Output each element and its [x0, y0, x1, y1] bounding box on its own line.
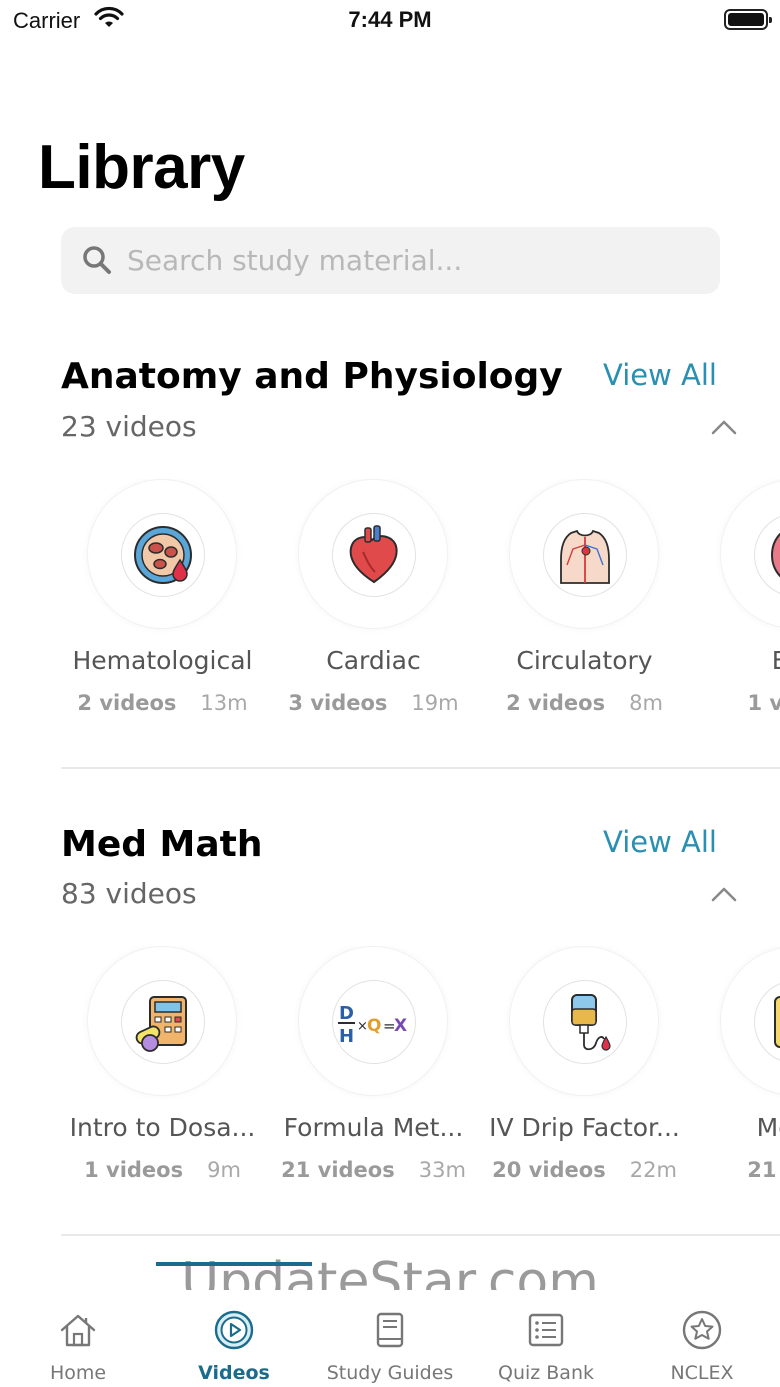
topic-meta: 2 videos 8m — [479, 691, 690, 715]
iv-bag-icon — [571, 994, 611, 1051]
svg-text:D: D — [339, 1003, 354, 1024]
topic-card[interactable]: D H × Q = X Formula Met... 21 videos 33m — [268, 946, 479, 1196]
topic-thumbnail — [720, 479, 780, 629]
blood-cells-icon — [134, 526, 192, 584]
section-divider — [61, 767, 780, 769]
tab-quiz-bank[interactable]: Quiz Bank — [468, 1290, 624, 1387]
topic-thumbnail — [509, 479, 659, 629]
home-icon — [60, 1314, 96, 1347]
topic-duration: 22m — [629, 1158, 677, 1182]
tab-study-guides[interactable]: Study Guides — [312, 1290, 468, 1387]
topic-name: Hematological — [72, 646, 253, 675]
topic-video-count: 21 vid — [747, 1158, 780, 1182]
calculator-pills-icon — [135, 996, 187, 1052]
formula-icon: D H × Q = X — [338, 1003, 407, 1047]
topic-name: IV Drip Factor... — [489, 1113, 680, 1142]
star-badge-icon — [682, 1310, 722, 1350]
search-input[interactable] — [127, 227, 697, 294]
tab-home[interactable]: Home — [0, 1290, 156, 1387]
topic-video-count: 20 videos — [492, 1158, 606, 1182]
topic-video-count: 21 videos — [281, 1158, 395, 1182]
topic-duration: 8m — [629, 691, 663, 715]
search-bar[interactable] — [61, 227, 720, 294]
section-count: 23 videos — [61, 410, 197, 443]
topic-video-count: 1 videos — [84, 1158, 184, 1182]
topic-carousel[interactable]: Intro to Dosa... 1 videos 9m D H × Q = X — [0, 946, 780, 1206]
book-icon — [376, 1312, 404, 1348]
svg-text:H: H — [339, 1026, 354, 1047]
topic-video-count: 2 videos — [77, 691, 177, 715]
active-tab-indicator — [156, 1262, 312, 1266]
topic-name: Formula Met... — [283, 1113, 464, 1142]
topic-card[interactable]: Metric 21 vid — [690, 946, 780, 1196]
topic-meta: 20 videos 22m — [479, 1158, 690, 1182]
topic-card[interactable]: IV Drip Factor... 20 videos 22m — [479, 946, 690, 1196]
tab-bar: Home Videos Study Guides Quiz Bank NCLEX — [0, 1262, 780, 1387]
topic-duration: 33m — [418, 1158, 466, 1182]
chevron-up-icon[interactable] — [710, 885, 738, 903]
topic-video-count: 3 videos — [288, 691, 388, 715]
topic-video-count: 1 vide — [747, 691, 780, 715]
svg-text:Q: Q — [367, 1016, 381, 1036]
tab-label: Study Guides — [326, 1362, 454, 1384]
topic-meta: 21 videos 33m — [268, 1158, 479, 1182]
tab-videos[interactable]: Videos — [156, 1290, 312, 1387]
tab-label: NCLEX — [670, 1362, 734, 1384]
clock: 7:44 PM — [348, 7, 432, 32]
tab-nclex[interactable]: NCLEX — [624, 1290, 780, 1387]
section-title: Anatomy and Physiology — [61, 356, 563, 397]
topic-thumbnail — [720, 946, 780, 1096]
chevron-up-icon[interactable] — [710, 418, 738, 436]
topic-duration: 19m — [411, 691, 459, 715]
topic-meta: 2 videos 13m — [57, 691, 268, 715]
topic-name: Circulatory — [516, 646, 653, 675]
topic-meta: 3 videos 19m — [268, 691, 479, 715]
topic-name: Cardiac — [326, 646, 421, 675]
metric-scale-icon — [774, 996, 780, 1048]
topic-card[interactable]: Circulatory 2 videos 8m — [479, 479, 690, 729]
topic-meta: 1 videos 9m — [57, 1158, 268, 1182]
svg-text:X: X — [394, 1016, 407, 1036]
topic-meta: 1 vide — [690, 691, 780, 715]
play-circle-icon — [214, 1310, 254, 1350]
section-title: Med Math — [61, 824, 263, 865]
topic-video-count: 2 videos — [506, 691, 606, 715]
topic-card[interactable]: Cardiac 3 videos 19m — [268, 479, 479, 729]
tab-label: Videos — [198, 1362, 270, 1384]
topic-name: Intro to Dosa... — [69, 1113, 256, 1142]
view-all-link[interactable]: View All — [603, 825, 717, 859]
tab-label: Home — [49, 1362, 107, 1384]
heart-icon — [349, 525, 398, 584]
tab-label: Quiz Bank — [497, 1362, 594, 1384]
topic-card[interactable]: End 1 vide — [690, 479, 780, 729]
section-count: 83 videos — [61, 877, 197, 910]
topic-thumbnail — [298, 479, 448, 629]
topic-duration: 13m — [200, 691, 248, 715]
topic-thumbnail — [87, 946, 237, 1096]
topic-carousel[interactable]: Hematological 2 videos 13m Cardiac 3 vid… — [0, 479, 780, 739]
topic-duration: 9m — [207, 1158, 241, 1182]
topic-thumbnail: D H × Q = X — [298, 946, 448, 1096]
topic-thumbnail — [509, 946, 659, 1096]
status-bar: Carrier 7:44 PM — [0, 0, 780, 40]
page-title: Library — [38, 133, 245, 202]
topic-name: Metric — [756, 1113, 780, 1142]
topic-name: End — [771, 646, 780, 675]
section-divider — [61, 1234, 780, 1236]
endocrine-icon — [771, 532, 780, 578]
circulatory-system-icon — [560, 529, 610, 584]
topic-meta: 21 vid — [690, 1158, 780, 1182]
list-icon — [528, 1313, 564, 1347]
topic-card[interactable]: Intro to Dosa... 1 videos 9m — [57, 946, 268, 1196]
search-icon — [83, 246, 111, 274]
battery-icon — [724, 9, 772, 30]
topic-card[interactable]: Hematological 2 videos 13m — [57, 479, 268, 729]
topic-thumbnail — [87, 479, 237, 629]
view-all-link[interactable]: View All — [603, 358, 717, 392]
